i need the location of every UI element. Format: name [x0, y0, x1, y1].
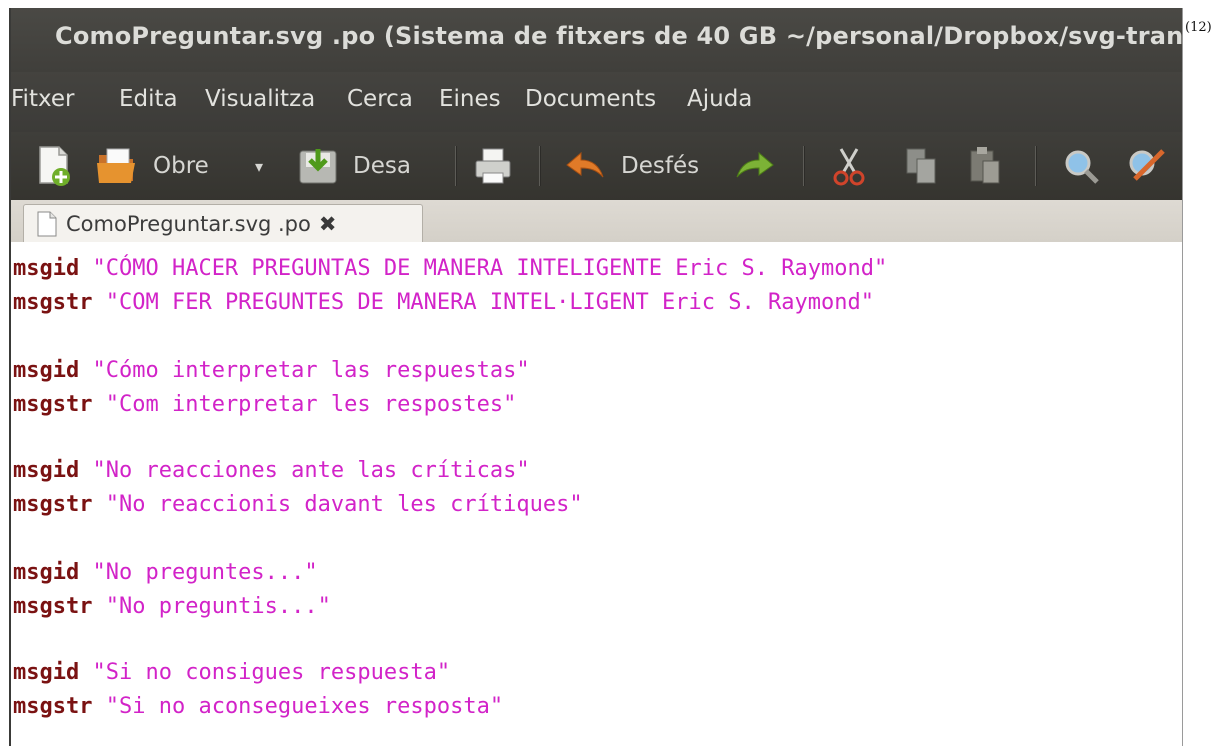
- new-document-icon: [39, 146, 70, 186]
- keyword-token: msgstr: [13, 290, 93, 315]
- search-icon: [1065, 150, 1099, 184]
- menu-fitxer[interactable]: Fitxer: [11, 86, 74, 112]
- keyword-token: msgid: [13, 256, 80, 281]
- code-line: msgstr "COM FER PREGUNTES DE MANERA INTE…: [13, 290, 874, 315]
- code-line: msgid "No reacciones ante las críticas": [13, 458, 530, 483]
- string-token: "No reacciones ante las críticas": [92, 458, 530, 483]
- menu-visualitza[interactable]: Visualitza: [205, 86, 315, 112]
- keyword-token: msgid: [13, 358, 80, 383]
- menu-bar: Fitxer Edita Visualitza Cerca Eines Docu…: [11, 72, 1182, 132]
- document-tab-bar: ComoPreguntar.svg .po ✖: [11, 200, 1182, 243]
- menu-ajuda[interactable]: Ajuda: [687, 86, 752, 112]
- keyword-token: msgstr: [13, 392, 93, 417]
- string-token: "Si no aconsegueixes resposta": [105, 694, 504, 719]
- keyword-token: msgstr: [13, 492, 93, 517]
- window-title: ComoPreguntar.svg .po (Sistema de fitxer…: [55, 22, 1183, 50]
- keyword-token: msgid: [13, 660, 80, 685]
- paste-icon: [970, 147, 1000, 184]
- undo-button[interactable]: Desfés: [563, 144, 699, 188]
- open-button[interactable]: Obre: [95, 144, 209, 188]
- menu-eines[interactable]: Eines: [439, 86, 501, 112]
- string-token: "No preguntis...": [105, 594, 331, 619]
- keyword-token: msgstr: [13, 694, 93, 719]
- find-replace-button[interactable]: [1125, 144, 1169, 188]
- string-token: "COM FER PREGUNTES DE MANERA INTEL·LIGEN…: [105, 290, 874, 315]
- save-icon: [299, 149, 337, 184]
- redo-button[interactable]: [733, 144, 777, 188]
- print-button[interactable]: [473, 144, 513, 188]
- text-editor[interactable]: msgid "CÓMO HACER PREGUNTAS DE MANERA IN…: [11, 242, 1182, 746]
- close-icon[interactable]: ✖: [319, 212, 337, 236]
- copy-button[interactable]: [901, 144, 941, 188]
- new-document-button[interactable]: [37, 144, 71, 188]
- open-folder-icon: [97, 148, 135, 183]
- find-replace-icon: [1129, 149, 1165, 181]
- toolbar-separator: [455, 146, 457, 186]
- menu-edita[interactable]: Edita: [119, 86, 178, 112]
- open-dropdown-button[interactable]: ▾: [255, 144, 263, 188]
- menu-documents[interactable]: Documents: [525, 86, 656, 112]
- toolbar-separator: [539, 146, 541, 186]
- scissors-icon: [833, 148, 865, 186]
- tab-label: ComoPreguntar.svg .po: [66, 212, 311, 236]
- menu-cerca[interactable]: Cerca: [347, 86, 413, 112]
- paste-button[interactable]: [965, 144, 1005, 188]
- gedit-window: ComoPreguntar.svg .po (Sistema de fitxer…: [9, 8, 1183, 746]
- redo-arrow-icon: [736, 151, 774, 178]
- code-line: msgid "Si no consigues respuesta": [13, 660, 450, 685]
- toolbar: Obre ▾ Desa Desfés: [11, 132, 1182, 200]
- keyword-token: msgstr: [13, 594, 93, 619]
- code-line: msgid "No preguntes...": [13, 560, 318, 585]
- copy-icon: [906, 148, 936, 184]
- string-token: "Si no consigues respuesta": [92, 660, 451, 685]
- string-token: "Com interpretar les respostes": [105, 392, 517, 417]
- toolbar-separator: [803, 146, 805, 186]
- undo-label: Desfés: [621, 153, 700, 179]
- open-label: Obre: [153, 153, 209, 179]
- title-bar[interactable]: ComoPreguntar.svg .po (Sistema de fitxer…: [11, 8, 1182, 72]
- keyword-token: msgid: [13, 560, 80, 585]
- chevron-down-icon: ▾: [255, 156, 264, 176]
- save-button[interactable]: Desa: [297, 144, 411, 188]
- figure-number: (12): [1185, 20, 1212, 35]
- document-icon: [37, 211, 57, 237]
- tab-comopreguntar[interactable]: ComoPreguntar.svg .po ✖: [23, 204, 423, 243]
- toolbar-separator: [1035, 146, 1037, 186]
- code-line: msgstr "No preguntis...": [13, 594, 331, 619]
- code-line: msgstr "Si no aconsegueixes resposta": [13, 694, 503, 719]
- cut-button[interactable]: [829, 144, 869, 188]
- print-icon: [475, 148, 511, 184]
- string-token: "Cómo interpretar las respuestas": [92, 358, 530, 383]
- code-line: msgid "CÓMO HACER PREGUNTAS DE MANERA IN…: [13, 256, 887, 281]
- code-line: msgstr "No reaccionis davant les crítiqu…: [13, 492, 583, 517]
- string-token: "CÓMO HACER PREGUNTAS DE MANERA INTELIGE…: [92, 256, 888, 281]
- string-token: "No reaccionis davant les crítiques": [105, 492, 583, 517]
- code-line: msgstr "Com interpretar les respostes": [13, 392, 516, 417]
- find-button[interactable]: [1061, 144, 1101, 188]
- undo-arrow-icon: [566, 151, 604, 178]
- string-token: "No preguntes...": [92, 560, 318, 585]
- code-line: msgid "Cómo interpretar las respuestas": [13, 358, 530, 383]
- keyword-token: msgid: [13, 458, 80, 483]
- save-label: Desa: [353, 153, 411, 179]
